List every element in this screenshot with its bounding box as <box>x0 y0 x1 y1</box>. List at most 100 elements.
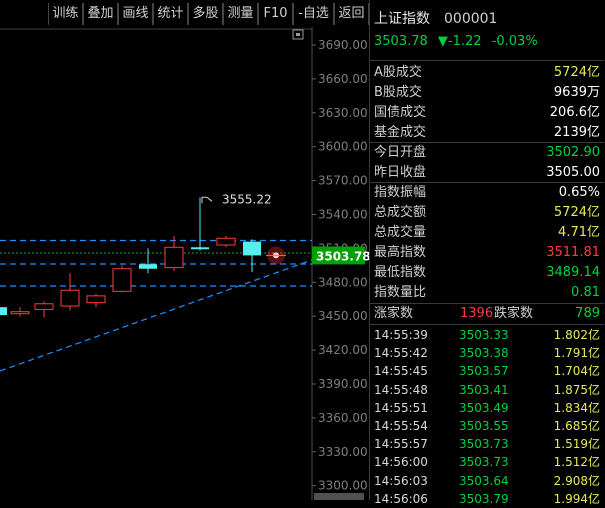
index-name: 上证指数 <box>374 11 430 27</box>
tick-price: 3503.38 <box>459 346 509 361</box>
stat-row: 今日开盘 3502.90 <box>370 143 604 163</box>
tick-row: 14:56:03 3503.64 2.908亿 <box>370 472 604 490</box>
tick-time: 14:56:06 <box>374 491 428 506</box>
toolbar-remove-favorite-button[interactable]: -自选 <box>293 3 334 25</box>
tick-price: 3503.41 <box>459 382 509 397</box>
current-price: 3503.78 <box>374 34 428 49</box>
stat-row: 总成交额 5724亿 <box>370 203 604 223</box>
price-tick-label: 3600.00 <box>318 140 368 154</box>
stat-label: 指数量比 <box>374 285 427 300</box>
tick-time: 14:56:00 <box>374 455 428 470</box>
divider <box>370 324 604 325</box>
price-tick-label: 3450.00 <box>318 309 368 323</box>
stat-label: 基金成交 <box>374 125 427 140</box>
stat-value: 4.71亿 <box>558 225 600 240</box>
candlestick-chart[interactable]: 3690.00 3660.00 3630.00 3600.00 3570.00 3540.… <box>0 27 371 503</box>
toolbar-back-button[interactable]: 返回 <box>334 3 369 25</box>
tick-time: 14:55:45 <box>374 364 428 379</box>
tick-volume: 1.994亿 <box>553 491 600 506</box>
candle-body <box>164 246 184 269</box>
tick-time: 14:55:42 <box>374 346 428 361</box>
breadth-row: 涨家数 1396 跌家数 789 <box>370 304 604 324</box>
chart-toolbar: 训练 叠加 画线 统计 多股 测量 F10 -自选 返回 <box>0 0 369 27</box>
stat-row: 总成交量 4.71亿 <box>370 223 604 243</box>
tick-volume: 2.908亿 <box>553 473 600 488</box>
tick-row: 14:55:57 3503.73 1.519亿 <box>370 435 604 453</box>
up-count-value: 1396 <box>460 306 494 321</box>
tick-time: 14:55:48 <box>374 382 428 397</box>
price-tick-label: 3630.00 <box>318 106 368 120</box>
tick-volume: 1.791亿 <box>553 346 600 361</box>
candle-body <box>191 247 209 250</box>
stat-label: 今日开盘 <box>374 145 427 160</box>
toolbar-overlay-button[interactable]: 叠加 <box>83 3 118 25</box>
stat-row: 国债成交 206.6亿 <box>370 103 604 123</box>
stat-label: 昨日收盘 <box>374 165 427 180</box>
stat-value: 3505.00 <box>546 165 600 180</box>
bottom-price-tag <box>314 493 364 503</box>
stat-label: A股成交 <box>374 65 422 80</box>
tick-row: 14:55:42 3503.38 1.791亿 <box>370 344 604 362</box>
stat-label: 最高指数 <box>374 245 427 260</box>
price-tick-label: 3330.00 <box>318 445 368 459</box>
price-tick-label: 3300.00 <box>318 479 368 493</box>
stat-value: 0.65% <box>558 185 600 200</box>
tick-price: 3503.73 <box>459 437 509 452</box>
tick-row: 14:55:51 3503.49 1.834亿 <box>370 399 604 417</box>
stat-value: 3502.90 <box>546 145 600 160</box>
stat-label: 总成交量 <box>374 225 427 240</box>
toolbar-multi-stock-button[interactable]: 多股 <box>188 3 223 25</box>
price-tick-label: 3420.00 <box>318 343 368 357</box>
candle-body <box>243 241 261 256</box>
tick-time: 14:55:51 <box>374 400 428 415</box>
stat-label: 国债成交 <box>374 105 427 120</box>
stat-value: 3511.81 <box>546 245 600 260</box>
trendline <box>0 259 313 372</box>
tick-volume: 1.512亿 <box>553 455 600 470</box>
tick-volume: 1.519亿 <box>553 437 600 452</box>
toolbar-statistics-button[interactable]: 统计 <box>153 3 188 25</box>
down-count-value: 789 <box>575 306 600 321</box>
tick-time: 14:55:54 <box>374 419 428 433</box>
price-tick-label: 3480.00 <box>318 275 368 289</box>
price-tick-label: 3390.00 <box>318 377 368 391</box>
tick-row: 14:56:00 3503.73 1.512亿 <box>370 453 604 471</box>
stat-value: 2139亿 <box>553 125 600 140</box>
index-code: 000001 <box>444 11 498 27</box>
stat-row: B股成交 9639万 <box>370 83 604 103</box>
tick-time: 14:55:39 <box>374 328 428 342</box>
candle-body <box>112 268 132 292</box>
chart-canvas[interactable]: 3690.00 3660.00 3630.00 3600.00 3570.00 3540.… <box>0 27 371 503</box>
tick-volume: 1.802亿 <box>553 328 600 342</box>
toolbar-train-button[interactable]: 训练 <box>48 3 83 25</box>
stat-row: 最低指数 3489.14 <box>370 263 604 283</box>
price-tick-label: 3690.00 <box>318 38 368 52</box>
tick-volume: 1.875亿 <box>553 382 600 397</box>
stat-row: A股成交 5724亿 <box>370 63 604 83</box>
stat-value: 3489.14 <box>546 265 600 280</box>
high-marker-label: 3555.22 <box>222 192 272 206</box>
divider <box>370 60 604 61</box>
tick-time: 14:55:57 <box>374 437 428 452</box>
candle-body <box>216 237 236 246</box>
stat-value: 5724亿 <box>553 205 600 220</box>
quote-panel: 上证指数 000001 3503.78 ▼-1.22 -0.03% A股成交 572… <box>369 0 605 506</box>
tick-price: 3503.57 <box>459 364 509 379</box>
stat-label: 指数振幅 <box>374 185 427 200</box>
tick-row: 14:55:45 3503.57 1.704亿 <box>370 362 604 380</box>
up-count-label: 涨家数 <box>374 306 414 321</box>
tick-volume: 1.704亿 <box>553 364 600 379</box>
toolbar-draw-line-button[interactable]: 画线 <box>118 3 153 25</box>
tick-row: 14:55:39 3503.33 1.802亿 <box>370 326 604 344</box>
toolbar-f10-button[interactable]: F10 <box>258 3 293 25</box>
tick-volume: 1.834亿 <box>553 400 600 415</box>
stat-row: 最高指数 3511.81 <box>370 243 604 263</box>
stat-label: 最低指数 <box>374 265 427 280</box>
stat-value: 9639万 <box>553 85 600 100</box>
toolbar-measure-button[interactable]: 测量 <box>223 3 258 25</box>
tick-price: 3503.79 <box>459 491 509 506</box>
stat-row: 基金成交 2139亿 <box>370 123 604 143</box>
current-price-tag-label: 3503.78 <box>316 249 369 263</box>
high-marker-pointer <box>201 196 213 204</box>
price-change-pct: -0.03% <box>491 34 538 49</box>
